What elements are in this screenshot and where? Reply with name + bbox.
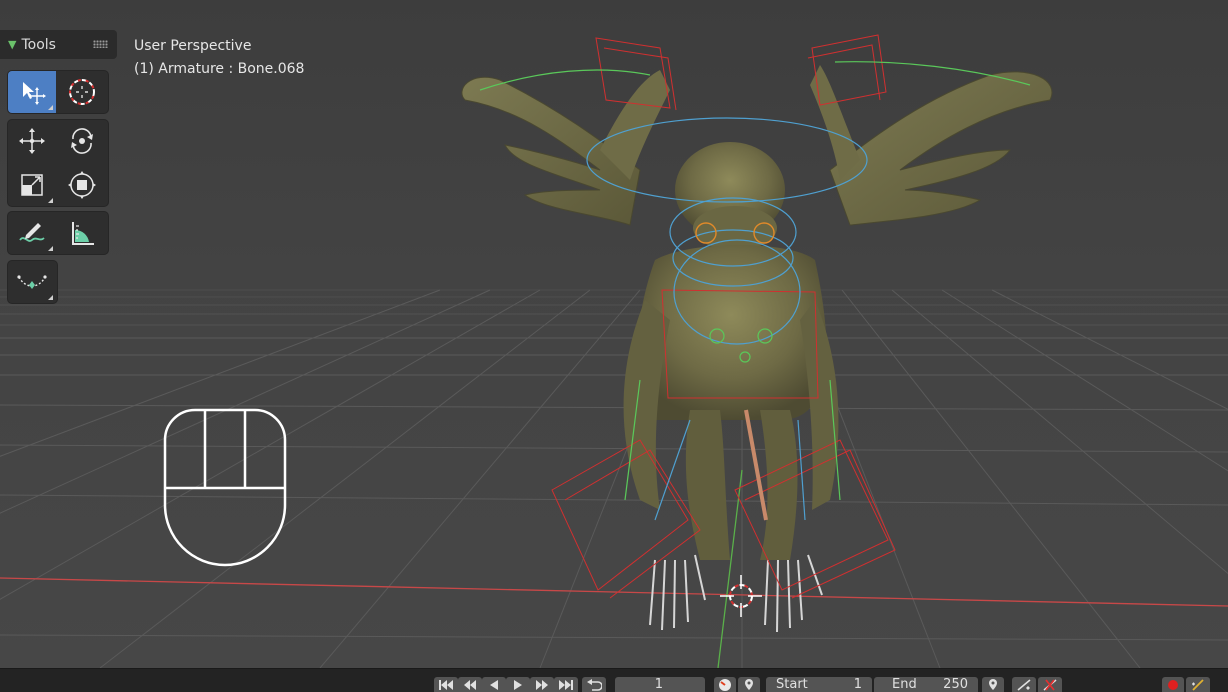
- keyframe-tool-button[interactable]: [1186, 677, 1210, 692]
- marker-pin-icon: [989, 678, 997, 690]
- tool-group-select: [7, 70, 109, 114]
- tool-group-annotate: [7, 211, 109, 255]
- timeline-bar: 1 Start 1 End 250: [0, 668, 1228, 692]
- play-reverse-icon: [490, 679, 498, 690]
- mouse-icon: [163, 408, 287, 567]
- jump-end-icon: [559, 679, 573, 690]
- annotate-icon: [19, 223, 45, 242]
- submenu-corner-icon: [48, 105, 53, 110]
- rewind-icon: [464, 679, 476, 690]
- current-frame-field[interactable]: 1: [615, 677, 705, 692]
- start-frame-value: 1: [853, 677, 862, 692]
- play-button[interactable]: [506, 677, 530, 692]
- jump-to-start-button[interactable]: [434, 677, 458, 692]
- 3d-viewport[interactable]: ▼ Tools User Perspective (1) Armature: …: [0, 0, 1228, 668]
- measure-tool-button[interactable]: [58, 212, 106, 254]
- scale-tool-button[interactable]: [8, 164, 56, 206]
- cursor-icon: [69, 79, 95, 105]
- tool-group-bone: [7, 260, 58, 304]
- jump-keyframe-back-button[interactable]: [458, 677, 482, 692]
- transform-icon: [68, 171, 96, 199]
- rotate-icon: [71, 128, 93, 154]
- active-object-label: (1) Armature : Bone.068: [134, 61, 305, 77]
- keying-set-button[interactable]: [738, 677, 760, 692]
- submenu-corner-icon: [48, 246, 53, 251]
- jump-back-button[interactable]: [582, 677, 606, 692]
- move-tool-button[interactable]: [8, 120, 56, 162]
- end-frame-value: 250: [943, 677, 968, 692]
- start-frame-label: Start: [776, 677, 808, 692]
- fast-forward-icon: [536, 679, 548, 690]
- end-frame-field[interactable]: End 250: [874, 677, 978, 692]
- markers-button[interactable]: [982, 677, 1004, 692]
- bone-envelope-icon: [17, 275, 47, 289]
- start-frame-field[interactable]: Start 1: [766, 677, 872, 692]
- tools-panel-title: Tools: [21, 36, 56, 53]
- delete-keyframe-button[interactable]: [1038, 677, 1062, 692]
- current-frame-value: 1: [654, 677, 663, 692]
- select-box-icon: [23, 82, 46, 105]
- end-frame-label: End: [892, 677, 917, 692]
- auto-keying-button[interactable]: [714, 677, 736, 692]
- scale-icon: [21, 174, 43, 196]
- insert-keyframe-button[interactable]: [1012, 677, 1036, 692]
- jump-to-end-button[interactable]: [554, 677, 578, 692]
- x-axis-line: [0, 577, 1228, 607]
- keyframe-insert-icon: [1017, 678, 1031, 691]
- collapse-triangle-icon[interactable]: ▼: [8, 38, 16, 51]
- keyframe-brush-icon: [1192, 678, 1204, 691]
- jump-keyframe-forward-button[interactable]: [530, 677, 554, 692]
- view-perspective-label: User Perspective: [134, 38, 252, 54]
- undo-arrow-icon: [587, 678, 602, 691]
- bone-envelope-tool-button[interactable]: [8, 261, 56, 303]
- select-box-tool-button[interactable]: [8, 71, 56, 113]
- grip-icon[interactable]: [93, 40, 108, 48]
- rotate-tool-button[interactable]: [58, 120, 106, 162]
- record-button[interactable]: [1162, 677, 1184, 692]
- submenu-corner-icon: [48, 295, 53, 300]
- 3d-cursor-icon[interactable]: [720, 575, 762, 617]
- clock-icon: [719, 678, 731, 691]
- jump-start-icon: [439, 679, 453, 690]
- tool-group-transform: [7, 119, 109, 207]
- annotate-tool-button[interactable]: [8, 212, 56, 254]
- transform-tool-button[interactable]: [58, 164, 106, 206]
- map-pin-icon: [745, 678, 753, 690]
- play-icon: [514, 679, 522, 690]
- measure-icon: [72, 222, 94, 245]
- move-icon: [19, 128, 45, 154]
- play-reverse-button[interactable]: [482, 677, 506, 692]
- cursor-tool-button[interactable]: [58, 71, 106, 113]
- keyframe-delete-icon: [1043, 678, 1057, 691]
- record-icon: [1168, 679, 1178, 690]
- tools-panel-header[interactable]: ▼ Tools: [0, 30, 117, 59]
- submenu-corner-icon: [48, 198, 53, 203]
- creature-mesh[interactable]: [461, 65, 1053, 633]
